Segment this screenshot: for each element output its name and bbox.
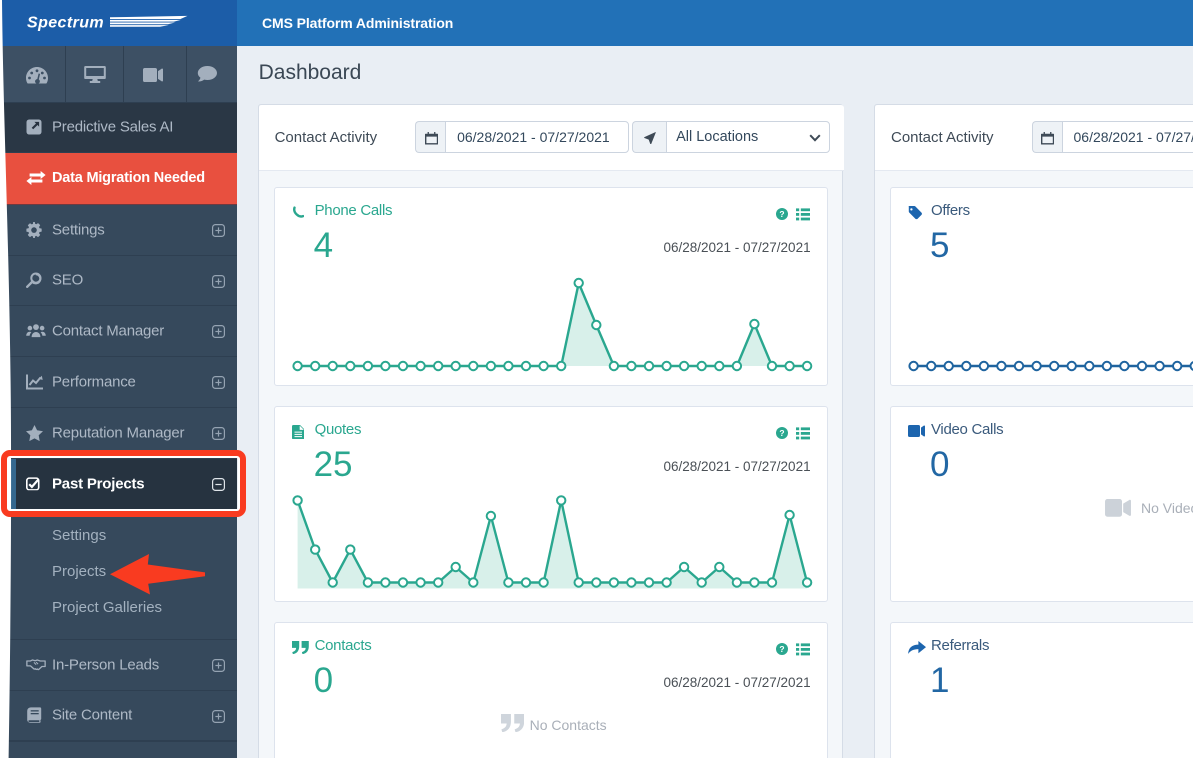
svg-text:?: ?	[779, 428, 784, 438]
svg-text:?: ?	[779, 644, 784, 654]
svg-text:Spectrum: Spectrum	[27, 15, 104, 32]
svg-text:?: ?	[779, 209, 784, 219]
